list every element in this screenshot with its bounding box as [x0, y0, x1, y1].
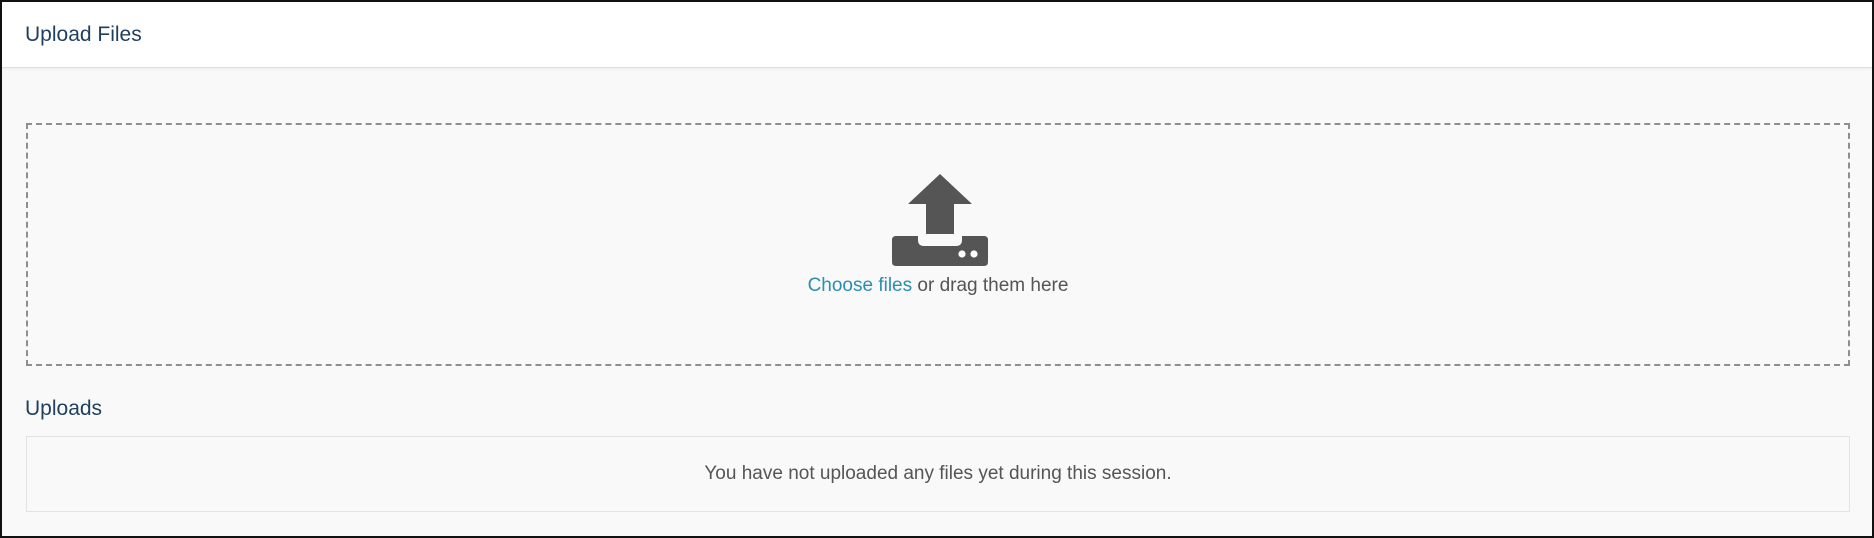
uploads-heading: Uploads [25, 397, 103, 420]
file-dropzone[interactable]: Choose files or drag them here [26, 123, 1850, 366]
upload-tray-icon [892, 174, 988, 266]
upload-files-panel: Upload Files Choose files or drag them h… [0, 0, 1874, 538]
choose-files-link[interactable]: Choose files [808, 275, 913, 296]
dropzone-instructions: Choose files or drag them here [28, 275, 1848, 297]
drag-hint-text: or drag them here [912, 275, 1069, 296]
uploads-empty-message: You have not uploaded any files yet duri… [704, 463, 1172, 484]
panel-header: Upload Files [2, 2, 1872, 68]
uploads-list: You have not uploaded any files yet duri… [26, 436, 1850, 512]
page-title: Upload Files [25, 22, 142, 46]
